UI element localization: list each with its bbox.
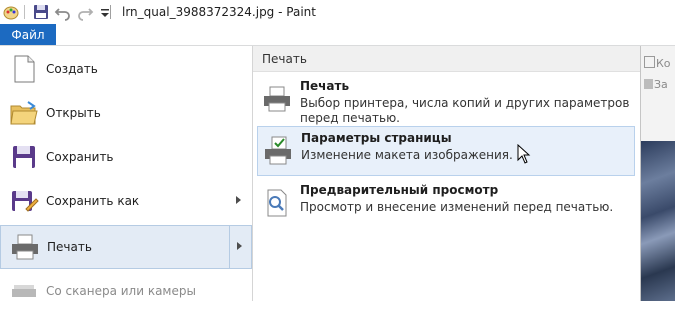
menu-item-from-scanner[interactable]: Со сканера или камеры xyxy=(0,269,252,313)
canvas-image[interactable] xyxy=(641,141,675,301)
page-setup-icon xyxy=(265,136,291,165)
floppy-disk-icon xyxy=(13,146,35,168)
file-menu-commands: Создать Открыть Сохранить Сохранить как … xyxy=(0,46,252,301)
save-as-icon xyxy=(12,191,39,212)
print-option-preview[interactable]: Предварительный просмотр Просмотр и внес… xyxy=(257,179,635,229)
file-menu: Создать Открыть Сохранить Сохранить как … xyxy=(0,46,641,301)
paint-app-icon[interactable] xyxy=(2,3,20,21)
open-folder-icon xyxy=(10,101,38,125)
menu-item-label: Со сканера или камеры xyxy=(46,284,196,298)
menu-item-save-as[interactable]: Сохранить как xyxy=(0,179,252,223)
submenu-arrow-icon xyxy=(236,196,241,204)
print-option-title: Параметры страницы xyxy=(301,131,452,145)
print-option-description: Просмотр и внесение изменений перед печа… xyxy=(300,200,614,214)
print-preview-icon xyxy=(267,189,287,217)
menu-item-save[interactable]: Сохранить xyxy=(0,135,252,179)
paste-button[interactable]: За xyxy=(644,78,674,94)
printer-icon xyxy=(12,234,38,260)
print-option-title: Печать xyxy=(300,79,350,93)
print-option-description: Выбор принтера, числа копий и других пар… xyxy=(300,96,630,125)
menu-item-open[interactable]: Открыть xyxy=(0,91,252,135)
copy-button[interactable]: Ко xyxy=(644,56,674,72)
redo-icon[interactable] xyxy=(76,3,94,21)
menu-item-label: Сохранить xyxy=(46,150,114,164)
new-file-icon xyxy=(14,55,35,83)
menu-item-label: Создать xyxy=(46,62,98,76)
title-divider xyxy=(110,5,111,19)
print-submenu-header: Печать xyxy=(253,46,640,72)
title-bar: lrn_qual_3988372324.jpg - Paint xyxy=(0,0,675,24)
menu-item-label: Сохранить как xyxy=(46,194,140,208)
undo-icon[interactable] xyxy=(54,3,72,21)
save-icon[interactable] xyxy=(32,3,50,21)
menu-item-label: Печать xyxy=(47,240,92,254)
menu-item-label: Открыть xyxy=(46,106,101,120)
print-submenu-title: Печать xyxy=(262,52,307,66)
file-tab[interactable]: Файл xyxy=(0,24,56,46)
paste-icon xyxy=(644,79,653,89)
print-option-print[interactable]: Печать Выбор принтера, числа копий и дру… xyxy=(257,75,635,125)
submenu-arrow-icon xyxy=(237,242,242,250)
mouse-cursor-icon xyxy=(517,144,531,164)
qa-divider xyxy=(24,5,25,19)
print-option-description: Изменение макета изображения. xyxy=(301,148,513,162)
menu-item-new[interactable]: Создать xyxy=(0,47,252,91)
scanner-icon xyxy=(12,285,36,297)
print-option-title: Предварительный просмотр xyxy=(300,183,499,197)
print-option-page-setup[interactable]: Параметры страницы Изменение макета изоб… xyxy=(257,126,635,176)
copy-icon xyxy=(644,56,655,68)
window-title: lrn_qual_3988372324.jpg - Paint xyxy=(122,5,316,19)
menu-item-print[interactable]: Печать xyxy=(0,225,252,269)
ribbon-tab-strip xyxy=(56,24,646,46)
print-submenu: Печать Печать Выбор принтера, числа копи… xyxy=(253,46,640,301)
printer-icon xyxy=(264,86,290,112)
customize-quick-access-icon[interactable] xyxy=(96,3,114,21)
submenu-split-divider xyxy=(229,226,230,268)
